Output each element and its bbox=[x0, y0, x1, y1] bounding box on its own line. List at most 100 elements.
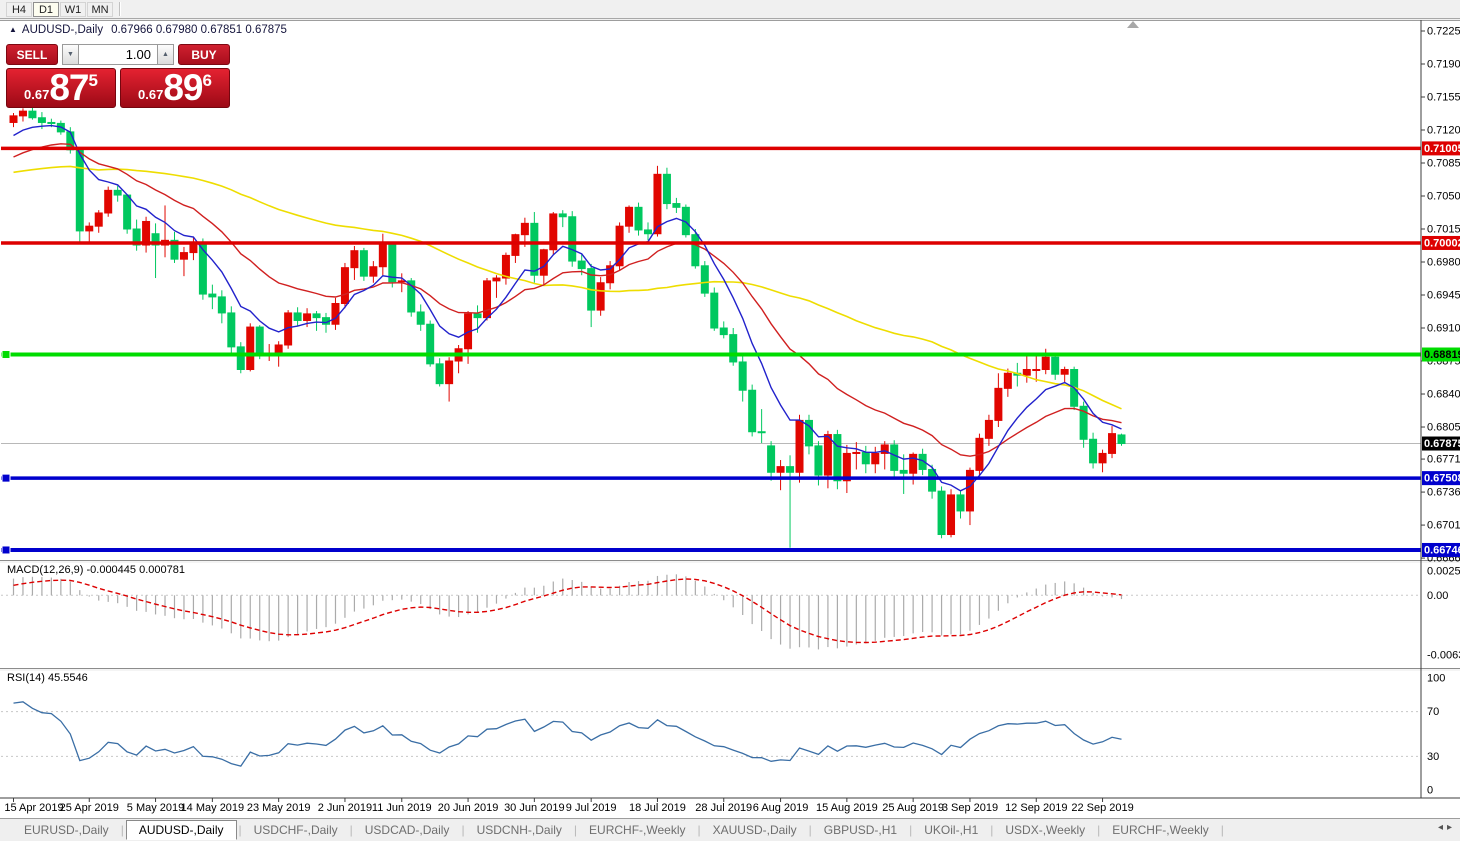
sell-price-big: 87 bbox=[49, 71, 88, 105]
timeframe-button-mn[interactable]: MN bbox=[87, 2, 113, 17]
symbol-tab-xauusd-daily[interactable]: XAUUSD-,Daily bbox=[703, 821, 807, 839]
symbol-tab-usdcad-daily[interactable]: USDCAD-,Daily bbox=[355, 821, 460, 839]
buy-button[interactable]: BUY bbox=[178, 44, 230, 65]
volume-decrease-button[interactable]: ▼ bbox=[62, 44, 79, 65]
svg-text:23 May 2019: 23 May 2019 bbox=[247, 802, 311, 814]
macd-label: MACD(12,26,9) -0.000445 0.000781 bbox=[7, 564, 185, 576]
volume-increase-button[interactable]: ▲ bbox=[157, 44, 174, 65]
tab-separator: | bbox=[1097, 823, 1100, 837]
symbol-tab-eurusd-daily[interactable]: EURUSD-,Daily bbox=[14, 821, 119, 839]
svg-text:0.002574: 0.002574 bbox=[1427, 566, 1460, 578]
svg-text:0: 0 bbox=[1427, 785, 1433, 797]
tab-separator: | bbox=[461, 823, 464, 837]
svg-text:6 Aug 2019: 6 Aug 2019 bbox=[753, 802, 809, 814]
buy-price-display[interactable]: 0.67896 bbox=[120, 68, 230, 108]
chart-canvas[interactable]: 0.722500.719000.715500.712000.708500.705… bbox=[0, 20, 1460, 818]
svg-text:22 Sep 2019: 22 Sep 2019 bbox=[1071, 802, 1133, 814]
tab-separator: | bbox=[239, 823, 242, 837]
symbol-tab-eurchf-weekly[interactable]: EURCHF-,Weekly bbox=[579, 821, 695, 839]
symbol-tab-usdx-weekly[interactable]: USDX-,Weekly bbox=[995, 821, 1095, 839]
sell-price-pip: 5 bbox=[89, 71, 98, 91]
symbol-tab-usdchf-daily[interactable]: USDCHF-,Daily bbox=[244, 821, 348, 839]
ohlc-values: 0.67966 0.67980 0.67851 0.67875 bbox=[111, 24, 287, 36]
svg-text:11 Jun 2019: 11 Jun 2019 bbox=[372, 802, 432, 814]
volume-input[interactable] bbox=[79, 44, 157, 65]
symbol-title: AUDUSD-,Daily bbox=[22, 24, 103, 36]
symbol-tab-gbpusd-h1[interactable]: GBPUSD-,H1 bbox=[814, 821, 907, 839]
macd-signal-value: 0.000781 bbox=[139, 564, 185, 576]
symbol-tab-ukoil-h1[interactable]: UKOil-,H1 bbox=[914, 821, 988, 839]
timeframe-button-d1[interactable]: D1 bbox=[33, 2, 59, 17]
rsi-label: RSI(14) 45.5546 bbox=[7, 672, 88, 684]
svg-text:30: 30 bbox=[1427, 751, 1439, 763]
svg-text:0.69100: 0.69100 bbox=[1427, 323, 1460, 335]
svg-text:0.70500: 0.70500 bbox=[1427, 191, 1460, 203]
buy-price-big: 89 bbox=[163, 71, 202, 105]
collapse-arrow-icon[interactable]: ▲ bbox=[9, 25, 17, 34]
svg-text:0.67010: 0.67010 bbox=[1427, 520, 1460, 532]
chart-window[interactable]: 0.722500.719000.715500.712000.708500.705… bbox=[0, 20, 1460, 818]
svg-text:25 Apr 2019: 25 Apr 2019 bbox=[60, 802, 119, 814]
svg-text:-0.006326: -0.006326 bbox=[1427, 650, 1460, 662]
svg-text:3 Sep 2019: 3 Sep 2019 bbox=[942, 802, 998, 814]
svg-text:30 Jun 2019: 30 Jun 2019 bbox=[504, 802, 565, 814]
tab-scroll-arrows: ◂▸ bbox=[1438, 822, 1456, 833]
hline-handle[interactable] bbox=[2, 351, 10, 359]
tab-scroll-left-icon[interactable]: ◂ bbox=[1438, 822, 1447, 833]
trading-terminal: H4D1W1MN 0.722500.719000.715500.712000.7… bbox=[0, 0, 1460, 841]
tab-separator: | bbox=[350, 823, 353, 837]
volume-stepper: ▼ ▲ bbox=[62, 44, 174, 65]
symbol-tab-bar: EURUSD-,Daily|AUDUSD-,Daily|USDCHF-,Dail… bbox=[0, 818, 1460, 841]
tab-scroll-right-icon[interactable]: ▸ bbox=[1447, 822, 1456, 833]
svg-text:28 Jul 2019: 28 Jul 2019 bbox=[695, 802, 752, 814]
svg-text:0.68400: 0.68400 bbox=[1427, 389, 1460, 401]
svg-text:0.68050: 0.68050 bbox=[1427, 422, 1460, 434]
svg-text:0.71005: 0.71005 bbox=[1424, 143, 1460, 155]
svg-text:0.67875: 0.67875 bbox=[1424, 438, 1460, 450]
tab-separator: | bbox=[574, 823, 577, 837]
svg-text:0.70002: 0.70002 bbox=[1424, 237, 1460, 249]
svg-text:18 Jul 2019: 18 Jul 2019 bbox=[629, 802, 686, 814]
tab-separator: | bbox=[1221, 823, 1224, 837]
svg-text:0.66746: 0.66746 bbox=[1424, 544, 1460, 556]
timeframe-button-w1[interactable]: W1 bbox=[60, 2, 86, 17]
svg-text:9 Jul 2019: 9 Jul 2019 bbox=[566, 802, 617, 814]
toolbar-separator bbox=[119, 2, 121, 16]
svg-text:0.70850: 0.70850 bbox=[1427, 158, 1460, 170]
svg-text:70: 70 bbox=[1427, 706, 1439, 718]
svg-text:15 Apr 2019: 15 Apr 2019 bbox=[4, 802, 63, 814]
svg-text:0.00: 0.00 bbox=[1427, 590, 1448, 602]
svg-text:0.67508: 0.67508 bbox=[1424, 473, 1460, 485]
svg-text:0.71900: 0.71900 bbox=[1427, 59, 1460, 71]
sell-price-prefix: 0.67 bbox=[24, 87, 49, 102]
svg-text:12 Sep 2019: 12 Sep 2019 bbox=[1005, 802, 1067, 814]
buy-price-pip: 6 bbox=[203, 71, 212, 91]
tab-separator: | bbox=[990, 823, 993, 837]
svg-text:0.71550: 0.71550 bbox=[1427, 92, 1460, 104]
hline-handle[interactable] bbox=[2, 474, 10, 482]
sell-button[interactable]: SELL bbox=[6, 44, 58, 65]
svg-text:14 May 2019: 14 May 2019 bbox=[181, 802, 245, 814]
symbol-tab-audusd-daily[interactable]: AUDUSD-,Daily bbox=[126, 820, 237, 840]
one-click-trade-panel: SELL ▼ ▲ BUY 0.67875 0.67896 bbox=[6, 44, 230, 108]
svg-text:2 Jun 2019: 2 Jun 2019 bbox=[318, 802, 372, 814]
timeframe-button-h4[interactable]: H4 bbox=[6, 2, 32, 17]
svg-text:0.71200: 0.71200 bbox=[1427, 125, 1460, 137]
svg-text:0.70150: 0.70150 bbox=[1427, 224, 1460, 236]
hline-handle[interactable] bbox=[2, 546, 10, 554]
rsi-value: 45.5546 bbox=[48, 672, 88, 684]
symbol-tab-usdcnh-daily[interactable]: USDCNH-,Daily bbox=[467, 821, 572, 839]
svg-text:0.67360: 0.67360 bbox=[1427, 487, 1460, 499]
svg-text:5 May 2019: 5 May 2019 bbox=[127, 802, 184, 814]
symbol-tab-eurchf-weekly[interactable]: EURCHF-,Weekly bbox=[1102, 821, 1218, 839]
sell-price-display[interactable]: 0.67875 bbox=[6, 68, 116, 108]
tab-separator: | bbox=[909, 823, 912, 837]
buy-price-prefix: 0.67 bbox=[138, 87, 163, 102]
svg-text:25 Aug 2019: 25 Aug 2019 bbox=[882, 802, 944, 814]
tab-separator: | bbox=[697, 823, 700, 837]
macd-main-value: -0.000445 bbox=[86, 564, 136, 576]
svg-text:0.67710: 0.67710 bbox=[1427, 454, 1460, 466]
svg-text:0.69450: 0.69450 bbox=[1427, 290, 1460, 302]
svg-text:20 Jun 2019: 20 Jun 2019 bbox=[438, 802, 499, 814]
chart-title: ▲ AUDUSD-,Daily 0.67966 0.67980 0.67851 0.… bbox=[9, 24, 287, 36]
